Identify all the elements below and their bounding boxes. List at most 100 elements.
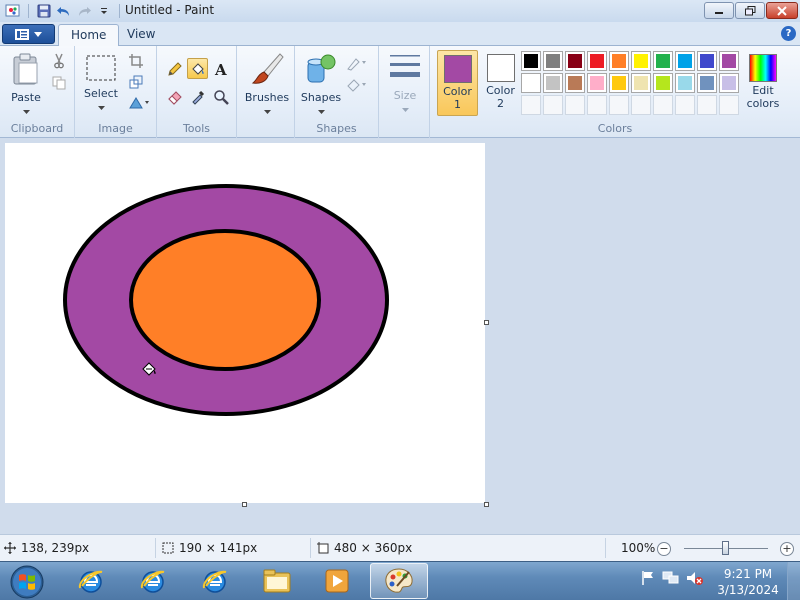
title-bar: Untitled - Paint bbox=[0, 0, 800, 22]
restore-button[interactable] bbox=[735, 2, 765, 19]
close-button[interactable] bbox=[766, 2, 798, 19]
selection-size: 190 × 141px bbox=[162, 541, 257, 555]
tab-home[interactable]: Home bbox=[58, 24, 120, 47]
palette-color-swatch[interactable] bbox=[653, 73, 673, 93]
palette-color-fill bbox=[656, 54, 670, 68]
fill-tool[interactable] bbox=[187, 58, 208, 79]
palette-color-swatch[interactable] bbox=[543, 51, 563, 71]
taskbar-ie-2[interactable] bbox=[124, 563, 182, 599]
paint-app-icon[interactable] bbox=[4, 2, 22, 20]
palette-color-swatch[interactable] bbox=[565, 51, 585, 71]
custom-color-slot[interactable] bbox=[719, 95, 739, 115]
network-icon[interactable] bbox=[662, 570, 680, 586]
brushes-button[interactable]: Brushes bbox=[244, 52, 290, 117]
crop-icon[interactable] bbox=[127, 52, 145, 70]
color-palette bbox=[521, 51, 739, 115]
resize-handle-right[interactable] bbox=[484, 320, 489, 325]
image-group: Select Image bbox=[75, 46, 157, 138]
tab-view[interactable]: View bbox=[115, 24, 167, 47]
palette-color-swatch[interactable] bbox=[543, 73, 563, 93]
zoom-out-button[interactable]: − bbox=[657, 542, 671, 556]
palette-color-swatch[interactable] bbox=[587, 73, 607, 93]
copy-icon[interactable] bbox=[50, 74, 68, 92]
undo-icon[interactable] bbox=[55, 2, 73, 20]
zoom-slider-thumb[interactable] bbox=[722, 541, 729, 555]
show-desktop-button[interactable] bbox=[787, 562, 800, 600]
color1-button[interactable]: Color 1 bbox=[437, 50, 478, 116]
pencil-tool[interactable] bbox=[164, 58, 185, 79]
system-clock[interactable]: 9:21 PM 3/13/2024 bbox=[712, 566, 784, 598]
palette-color-swatch[interactable] bbox=[697, 51, 717, 71]
help-icon[interactable]: ? bbox=[781, 26, 796, 41]
palette-color-fill bbox=[590, 76, 604, 90]
shapes-icon bbox=[307, 54, 336, 83]
chevron-down-icon bbox=[317, 110, 325, 114]
custom-color-slot[interactable] bbox=[653, 95, 673, 115]
taskbar-media-player[interactable] bbox=[308, 563, 366, 599]
paste-button[interactable]: Paste bbox=[6, 52, 46, 117]
palette-color-swatch[interactable] bbox=[675, 73, 695, 93]
taskbar-ie-3[interactable] bbox=[186, 563, 244, 599]
color2-swatch bbox=[486, 54, 515, 82]
custom-color-slot[interactable] bbox=[521, 95, 541, 115]
palette-color-swatch[interactable] bbox=[609, 73, 629, 93]
customize-toolbar-dropdown-icon[interactable] bbox=[95, 2, 113, 20]
color2-button[interactable]: Color 2 bbox=[480, 50, 521, 116]
palette-color-swatch[interactable] bbox=[565, 73, 585, 93]
eyedropper-icon bbox=[191, 90, 204, 105]
palette-color-swatch[interactable] bbox=[631, 73, 651, 93]
custom-color-slot[interactable] bbox=[587, 95, 607, 115]
palette-color-swatch[interactable] bbox=[653, 51, 673, 71]
cut-icon[interactable] bbox=[50, 52, 68, 70]
save-icon[interactable] bbox=[35, 2, 53, 20]
palette-color-swatch[interactable] bbox=[521, 73, 541, 93]
taskbar-ie-1[interactable] bbox=[62, 563, 120, 599]
status-divider bbox=[605, 538, 606, 558]
resize-handle-bottom[interactable] bbox=[242, 502, 247, 507]
custom-color-slot[interactable] bbox=[631, 95, 651, 115]
magnifier-tool[interactable] bbox=[210, 86, 231, 107]
eraser-tool[interactable] bbox=[164, 86, 185, 107]
palette-color-swatch[interactable] bbox=[719, 73, 739, 93]
edit-colors-label: Edit bbox=[752, 84, 774, 97]
taskbar-file-explorer[interactable] bbox=[248, 563, 306, 599]
paint-menu-button[interactable] bbox=[2, 24, 55, 44]
inner-ellipse bbox=[129, 229, 321, 371]
start-button[interactable] bbox=[5, 562, 49, 600]
edit-colors-button[interactable]: Edit colors bbox=[740, 50, 786, 116]
window-controls bbox=[704, 2, 798, 19]
palette-color-swatch[interactable] bbox=[587, 51, 607, 71]
palette-color-fill bbox=[700, 76, 714, 90]
text-tool[interactable]: A bbox=[210, 58, 231, 79]
zoom-in-button[interactable]: + bbox=[780, 542, 794, 556]
custom-color-slot[interactable] bbox=[543, 95, 563, 115]
size-button[interactable]: Size bbox=[387, 52, 423, 115]
action-center-flag-icon[interactable] bbox=[640, 570, 656, 586]
drawing-canvas[interactable] bbox=[5, 143, 485, 503]
custom-color-slot[interactable] bbox=[609, 95, 629, 115]
resize-handle-corner[interactable] bbox=[484, 502, 489, 507]
palette-color-swatch[interactable] bbox=[719, 51, 739, 71]
palette-color-swatch[interactable] bbox=[609, 51, 629, 71]
palette-color-swatch[interactable] bbox=[675, 51, 695, 71]
redo-icon[interactable] bbox=[75, 2, 93, 20]
tools-group: A Tools bbox=[157, 46, 237, 138]
selection-size-text: 190 × 141px bbox=[179, 541, 258, 555]
fill-icon[interactable] bbox=[345, 76, 369, 94]
custom-color-slot[interactable] bbox=[675, 95, 695, 115]
custom-color-slot[interactable] bbox=[565, 95, 585, 115]
palette-color-swatch[interactable] bbox=[521, 51, 541, 71]
palette-color-swatch[interactable] bbox=[697, 73, 717, 93]
resize-icon[interactable] bbox=[127, 73, 145, 91]
shapes-button[interactable]: Shapes bbox=[299, 52, 343, 117]
color-picker-tool[interactable] bbox=[187, 86, 208, 107]
minimize-button[interactable] bbox=[704, 2, 734, 19]
select-button[interactable]: Select bbox=[83, 54, 119, 113]
volume-muted-icon[interactable] bbox=[686, 570, 704, 586]
palette-color-fill bbox=[612, 54, 626, 68]
rotate-icon[interactable] bbox=[127, 94, 151, 112]
taskbar-paint[interactable] bbox=[370, 563, 428, 599]
palette-color-swatch[interactable] bbox=[631, 51, 651, 71]
outline-icon[interactable] bbox=[345, 54, 369, 72]
custom-color-slot[interactable] bbox=[697, 95, 717, 115]
